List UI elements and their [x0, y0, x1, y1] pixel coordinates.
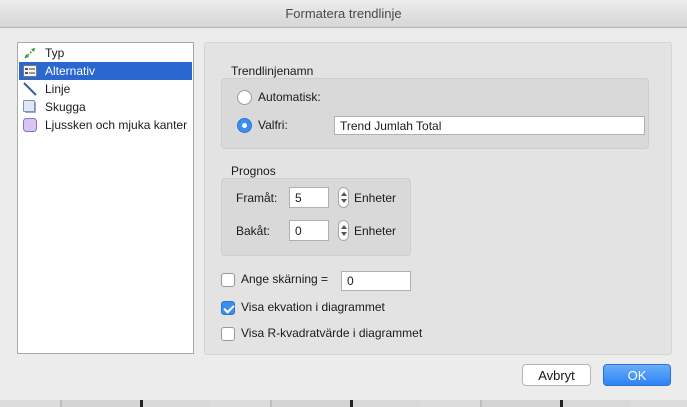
automatic-radio[interactable] [237, 90, 252, 105]
options-icon [23, 65, 37, 77]
ok-button[interactable]: OK [603, 364, 671, 386]
window-title: Formatera trendlinje [285, 6, 402, 21]
sidebar-item-label: Skugga [45, 100, 86, 114]
forecast-heading: Prognos [231, 164, 276, 178]
custom-name-radio[interactable] [237, 118, 252, 133]
intercept-value-input[interactable] [341, 271, 411, 291]
format-trendline-dialog: Typ Alternativ Linje Skugga Ljussken och… [0, 28, 687, 400]
shadow-icon [23, 100, 36, 113]
background-window-edge [0, 400, 687, 407]
sidebar-item-glow[interactable]: Ljussken och mjuka kanter [19, 116, 192, 134]
line-icon [23, 82, 37, 96]
sidebar-item-line[interactable]: Linje [19, 80, 192, 98]
show-equation-checkbox[interactable] [221, 301, 235, 315]
show-equation-label: Visa ekvation i diagrammet [241, 300, 385, 314]
set-intercept-checkbox[interactable] [221, 273, 235, 287]
sidebar-item-shadow[interactable]: Skugga [19, 98, 192, 116]
trendline-name-heading: Trendlinjenamn [231, 64, 314, 78]
custom-name-label: Valfri: [258, 118, 288, 132]
backward-unit-label: Enheter [354, 224, 397, 238]
window-titlebar: Formatera trendlinje [0, 0, 687, 28]
trendline-name-group: Automatisk: Valfri: [221, 78, 649, 149]
sidebar-item-type[interactable]: Typ [19, 44, 192, 62]
show-r-squared-label: Visa R-kvadratvärde i diagrammet [241, 326, 423, 340]
sidebar-item-label: Alternativ [45, 64, 96, 78]
forward-periods-input[interactable] [289, 187, 329, 208]
automatic-label: Automatisk: [258, 90, 321, 104]
glow-icon [23, 118, 37, 132]
backward-label: Bakåt: [236, 224, 271, 238]
show-r-squared-checkbox[interactable] [221, 327, 235, 341]
forward-stepper[interactable] [338, 187, 349, 208]
cancel-button[interactable]: Avbryt [522, 364, 591, 386]
custom-name-input[interactable] [334, 116, 645, 135]
set-intercept-label: Ange skärning = [241, 272, 329, 286]
forward-label: Framåt: [236, 191, 278, 205]
forecast-group: Framåt: Enheter Bakåt: Enheter [221, 178, 411, 256]
sidebar-item-label: Ljussken och mjuka kanter [45, 118, 188, 132]
options-panel: Trendlinjenamn Automatisk: Valfri: Progn… [204, 42, 672, 355]
backward-stepper[interactable] [338, 220, 349, 241]
category-list: Typ Alternativ Linje Skugga Ljussken och… [17, 42, 194, 354]
sidebar-item-options[interactable]: Alternativ [19, 62, 192, 80]
trend-type-icon [24, 47, 36, 59]
forward-unit-label: Enheter [354, 191, 397, 205]
backward-periods-input[interactable] [289, 220, 329, 241]
sidebar-item-label: Linje [45, 82, 71, 96]
sidebar-item-label: Typ [45, 46, 65, 60]
